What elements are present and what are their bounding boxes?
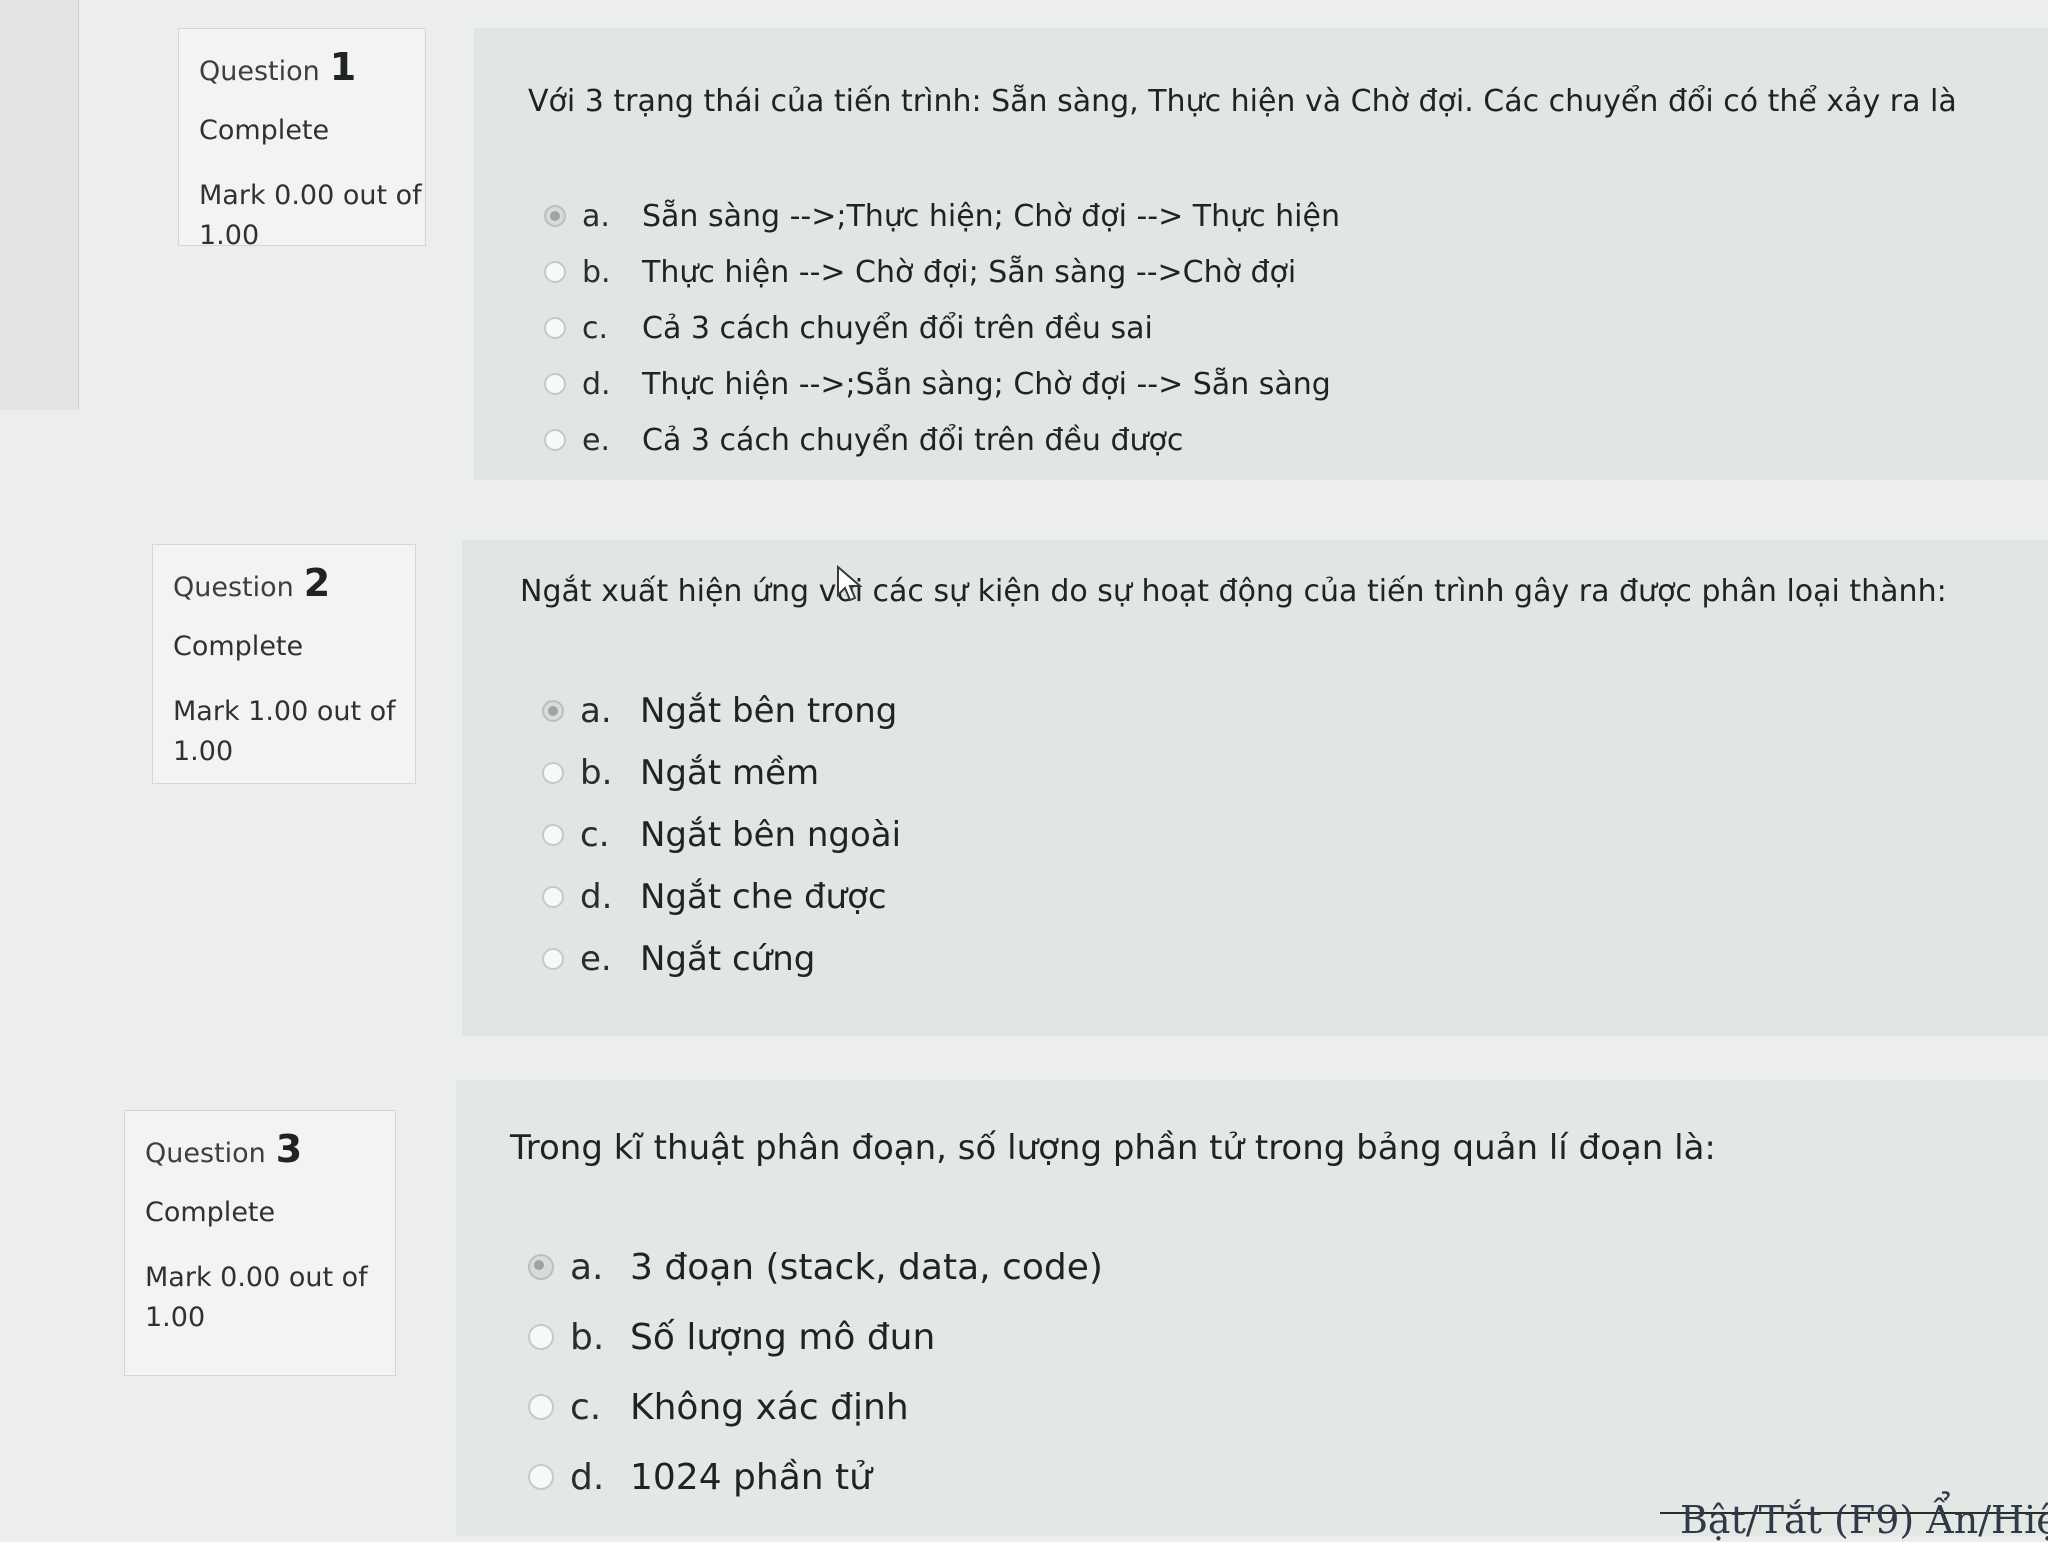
question-mark: Mark 0.00 out of 1.00 [199, 180, 422, 251]
answer-text: Ngắt bên trong [640, 691, 898, 731]
radio-button[interactable] [544, 317, 566, 339]
answer-option-b[interactable]: b. Thực hiện --> Chờ đợi; Sẵn sàng -->Ch… [544, 244, 1340, 300]
toggle-hide-link[interactable]: Bật/Tắt (F9) Ẩn/Hiện [1680, 1498, 2048, 1542]
answer-letter: d. [580, 877, 613, 917]
answer-text: Sẵn sàng -->;Thực hiện; Chờ đợi --> Thực… [642, 198, 1340, 234]
answer-letter: d. [582, 366, 611, 402]
question-info-3: Question 3 Complete Mark 0.00 out of 1.0… [124, 1110, 396, 1376]
radio-button[interactable] [544, 429, 566, 451]
answer-list: a. Ngắt bên trong b. Ngắt mềm c. Ngắt bê… [542, 680, 901, 990]
answer-text: Ngắt cứng [640, 939, 816, 979]
answer-text: Cả 3 cách chuyển đổi trên đều sai [642, 310, 1153, 346]
question-content-2: Ngắt xuất hiện ứng với các sự kiện do sự… [462, 540, 2048, 1036]
radio-button[interactable] [542, 886, 564, 908]
left-rail [0, 0, 79, 410]
answer-text: Thực hiện -->;Sẵn sàng; Chờ đợi --> Sẵn … [642, 366, 1331, 402]
answer-option-d[interactable]: d. Thực hiện -->;Sẵn sàng; Chờ đợi --> S… [544, 356, 1340, 412]
answer-text: 3 đoạn (stack, data, code) [630, 1246, 1103, 1288]
answer-letter: a. [580, 691, 612, 731]
answer-letter: a. [582, 198, 610, 234]
question-text: Trong kĩ thuật phân đoạn, số lượng phần … [510, 1128, 1716, 1168]
answer-text: Không xác định [630, 1386, 909, 1428]
answer-letter: c. [580, 815, 610, 855]
answer-option-c[interactable]: c. Không xác định [528, 1372, 1103, 1442]
answer-option-c[interactable]: c. Cả 3 cách chuyển đổi trên đều sai [544, 300, 1340, 356]
radio-button[interactable] [544, 373, 566, 395]
radio-button[interactable] [528, 1394, 554, 1420]
question-content-1: Với 3 trạng thái của tiến trình: Sẵn sàn… [474, 28, 2048, 480]
answer-list: a. Sẵn sàng -->;Thực hiện; Chờ đợi --> T… [544, 188, 1340, 468]
answer-option-a[interactable]: a. Ngắt bên trong [542, 680, 901, 742]
answer-text: Số lượng mô đun [630, 1316, 936, 1358]
question-label: Question 1 [199, 45, 405, 89]
answer-letter: b. [582, 254, 611, 290]
radio-button[interactable] [544, 205, 566, 227]
radio-button[interactable] [542, 762, 564, 784]
question-label: Question 3 [145, 1127, 375, 1171]
answer-letter: b. [570, 1316, 605, 1358]
answer-option-b[interactable]: b. Số lượng mô đun [528, 1302, 1103, 1372]
question-mark: Mark 0.00 out of 1.00 [145, 1262, 368, 1333]
radio-button[interactable] [528, 1464, 554, 1490]
question-info-2: Question 2 Complete Mark 1.00 out of 1.0… [152, 544, 416, 784]
answer-text: 1024 phần tử [630, 1456, 872, 1498]
answer-letter: e. [582, 422, 610, 458]
answer-option-e[interactable]: e. Ngắt cứng [542, 928, 901, 990]
answer-letter: c. [582, 310, 609, 346]
question-word: Question [199, 56, 320, 87]
answer-option-d[interactable]: d. Ngắt che được [542, 866, 901, 928]
radio-button[interactable] [544, 261, 566, 283]
question-info-1: Question 1 Complete Mark 0.00 out of 1.0… [178, 28, 426, 251]
answer-option-a[interactable]: a. Sẵn sàng -->;Thực hiện; Chờ đợi --> T… [544, 188, 1340, 244]
question-content-3: Trong kĩ thuật phân đoạn, số lượng phần … [456, 1080, 2048, 1536]
radio-button[interactable] [542, 948, 564, 970]
answer-letter: b. [580, 753, 613, 793]
question-text: Ngắt xuất hiện ứng với các sự kiện do sự… [520, 574, 1947, 609]
question-state: Complete [173, 631, 304, 662]
answer-letter: d. [570, 1456, 605, 1498]
answer-list: a. 3 đoạn (stack, data, code) b. Số lượn… [528, 1232, 1103, 1512]
answer-letter: a. [570, 1246, 604, 1288]
radio-button[interactable] [542, 700, 564, 722]
question-text: Với 3 trạng thái của tiến trình: Sẵn sàn… [528, 84, 1957, 119]
question-word: Question [145, 1138, 266, 1169]
answer-text: Ngắt bên ngoài [640, 815, 902, 855]
radio-button[interactable] [528, 1254, 554, 1280]
answer-option-d[interactable]: d. 1024 phần tử [528, 1442, 1103, 1512]
answer-option-b[interactable]: b. Ngắt mềm [542, 742, 901, 804]
answer-text: Ngắt mềm [640, 753, 820, 793]
answer-letter: c. [570, 1386, 602, 1428]
question-number: 3 [275, 1127, 303, 1171]
question-number: 1 [329, 45, 357, 89]
question-word: Question [173, 572, 294, 603]
radio-button[interactable] [528, 1324, 554, 1350]
question-state: Complete [145, 1197, 276, 1228]
answer-option-a[interactable]: a. 3 đoạn (stack, data, code) [528, 1232, 1103, 1302]
question-state: Complete [199, 115, 330, 146]
answer-text: Ngắt che được [640, 877, 887, 917]
answer-text: Thực hiện --> Chờ đợi; Sẵn sàng -->Chờ đ… [642, 254, 1297, 290]
question-mark: Mark 1.00 out of 1.00 [173, 696, 396, 767]
answer-letter: e. [580, 939, 612, 979]
question-number: 2 [303, 561, 331, 605]
answer-text: Cả 3 cách chuyển đổi trên đều được [642, 422, 1184, 458]
answer-option-e[interactable]: e. Cả 3 cách chuyển đổi trên đều được [544, 412, 1340, 468]
answer-option-c[interactable]: c. Ngắt bên ngoài [542, 804, 901, 866]
question-label: Question 2 [173, 561, 395, 605]
radio-button[interactable] [542, 824, 564, 846]
